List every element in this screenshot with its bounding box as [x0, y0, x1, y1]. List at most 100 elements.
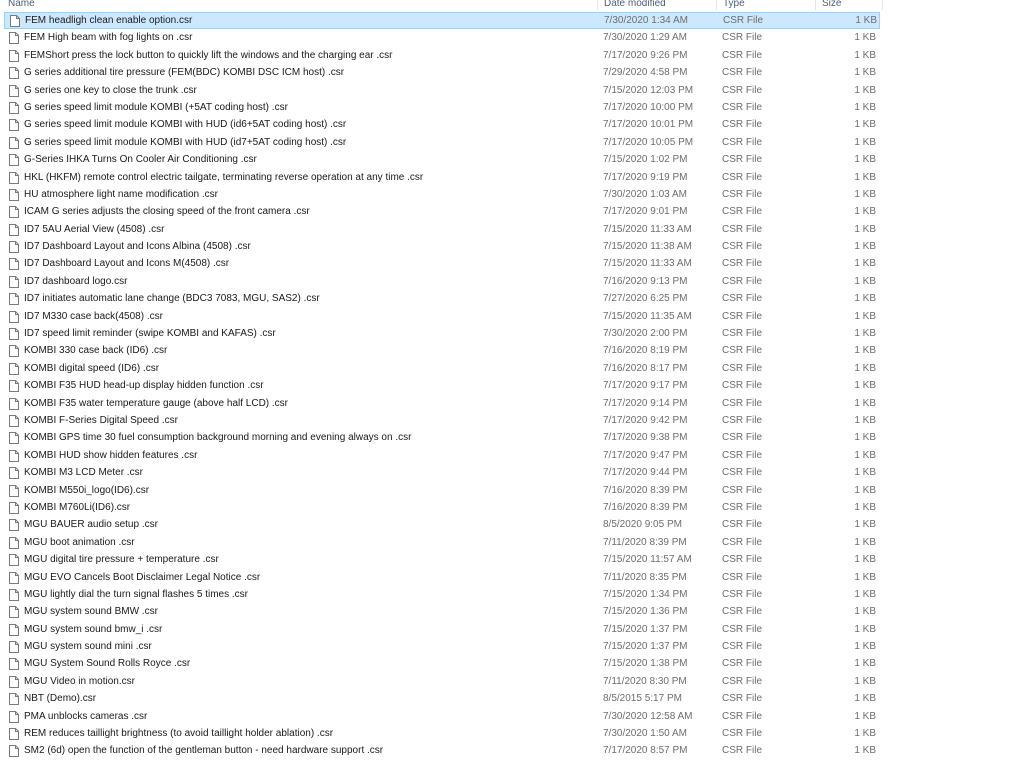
- file-name: FEM headligh clean enable option.csr: [25, 15, 193, 26]
- file-name: PMA unblocks cameras .csr: [24, 710, 148, 722]
- file-row[interactable]: HU atmosphere light name modification .c…: [0, 186, 884, 203]
- file-row[interactable]: KOMBI GPS time 30 fuel consumption backg…: [0, 429, 884, 446]
- file-icon: [9, 255, 21, 272]
- file-row[interactable]: MGU digital tire pressure + temperature …: [0, 551, 884, 568]
- file-size: 1 KB: [854, 710, 876, 722]
- file-row[interactable]: KOMBI HUD show hidden features .csr 7/17/…: [0, 447, 884, 464]
- file-row[interactable]: G series speed limit module KOMBI (+5AT …: [0, 99, 884, 116]
- file-row[interactable]: ID7 M330 case back(4508) .csr 7/15/2020 1…: [0, 308, 884, 325]
- file-size: 1 KB: [854, 223, 876, 235]
- file-name: ID7 initiates automatic lane change (BDC…: [24, 293, 320, 305]
- file-type: CSR File: [722, 658, 763, 670]
- file-icon: [9, 429, 21, 446]
- file-row[interactable]: FEM headligh clean enable option.csr 7/30…: [4, 12, 880, 30]
- file-icon: [10, 12, 22, 29]
- file-date-modified: 7/16/2020 8:19 PM: [603, 345, 688, 357]
- file-date-modified: 7/30/2020 1:50 AM: [603, 728, 687, 740]
- file-icon: [9, 342, 21, 359]
- file-row[interactable]: KOMBI M3 LCD Meter .csr 7/17/2020 9:44 PM…: [0, 464, 884, 481]
- file-row[interactable]: FEMShort press the lock button to quickl…: [0, 47, 884, 64]
- file-name: HKL (HKFM) remote control electric tailg…: [24, 171, 424, 183]
- column-date-modified[interactable]: Date modified: [598, 0, 716, 10]
- file-icon: [9, 725, 21, 742]
- file-row[interactable]: ID7 dashboard logo.csr 7/16/2020 9:13 PM C…: [0, 273, 884, 290]
- file-name: MGU system sound BMW .csr: [24, 606, 158, 618]
- file-row[interactable]: ID7 Dashboard Layout and Icons M(4508) .…: [0, 255, 884, 272]
- file-row[interactable]: KOMBI F35 HUD head-up display hidden fun…: [0, 377, 884, 394]
- file-icon: [9, 169, 21, 186]
- file-row[interactable]: MGU boot animation .csr 7/11/2020 8:39 PM…: [0, 534, 884, 551]
- file-row[interactable]: MGU lightly dial the turn signal flashes…: [0, 586, 884, 603]
- file-date-modified: 7/15/2020 1:36 PM: [603, 606, 688, 618]
- file-row[interactable]: MGU System Sound Rolls Royce .csr 7/15/20…: [0, 655, 884, 672]
- file-row[interactable]: G series additional tire pressure (FEM(B…: [0, 64, 884, 81]
- file-type: CSR File: [722, 554, 763, 566]
- file-size: 1 KB: [854, 119, 876, 131]
- file-size: 1 KB: [854, 536, 876, 548]
- file-size: 1 KB: [854, 641, 876, 653]
- file-size: 1 KB: [854, 693, 876, 705]
- file-row[interactable]: KOMBI M760Li(ID6).csr 7/16/2020 8:39 PM CS…: [0, 499, 884, 516]
- file-date-modified: 7/15/2020 12:03 PM: [603, 84, 694, 96]
- file-row[interactable]: PMA unblocks cameras .csr 7/30/2020 12:58…: [0, 708, 884, 725]
- file-date-modified: 7/30/2020 1:03 AM: [603, 188, 687, 200]
- file-type: CSR File: [722, 623, 763, 635]
- file-type: CSR File: [722, 293, 763, 305]
- file-row[interactable]: NBT (Demo).csr 8/5/2015 5:17 PM CSR File 1 …: [0, 690, 884, 707]
- file-name: ID7 5AU Aerial View (4508) .csr: [24, 223, 165, 235]
- file-name: KOMBI F35 water temperature gauge (above…: [24, 397, 289, 409]
- file-size: 1 KB: [854, 484, 876, 496]
- file-row[interactable]: HKL (HKFM) remote control electric tailg…: [0, 169, 884, 186]
- file-row[interactable]: MGU Video in motion.csr 7/11/2020 8:30 PM…: [0, 673, 884, 690]
- file-row[interactable]: G-Series IHKA Turns On Cooler Air Condit…: [0, 151, 884, 168]
- file-date-modified: 7/17/2020 9:01 PM: [603, 206, 688, 218]
- file-row[interactable]: KOMBI 330 case back (ID6) .csr 7/16/2020 …: [0, 342, 884, 359]
- column-size[interactable]: Size: [816, 0, 882, 10]
- file-row[interactable]: KOMBI F35 water temperature gauge (above…: [0, 395, 884, 412]
- file-row[interactable]: KOMBI digital speed (ID6) .csr 7/16/2020 …: [0, 360, 884, 377]
- column-type[interactable]: Type: [717, 0, 815, 10]
- file-size: 1 KB: [854, 188, 876, 200]
- file-size: 1 KB: [854, 554, 876, 566]
- file-date-modified: 7/15/2020 11:38 AM: [603, 241, 692, 253]
- file-icon: [9, 482, 21, 499]
- file-date-modified: 7/16/2020 8:39 PM: [603, 484, 688, 496]
- file-row[interactable]: MGU BAUER audio setup .csr 8/5/2020 9:05 …: [0, 516, 884, 533]
- file-date-modified: 7/30/2020 1:29 AM: [603, 32, 687, 44]
- file-date-modified: 7/17/2020 9:26 PM: [603, 49, 688, 61]
- file-icon: [9, 447, 21, 464]
- file-row[interactable]: KOMBI M550i_logo(ID6).csr 7/16/2020 8:39 …: [0, 482, 884, 499]
- file-row[interactable]: FEM High beam with fog lights on .csr 7/3…: [0, 29, 884, 46]
- file-type: CSR File: [722, 32, 763, 44]
- file-row[interactable]: ID7 Dashboard Layout and Icons Albina (4…: [0, 238, 884, 255]
- file-row[interactable]: G series one key to close the trunk .csr…: [0, 82, 884, 99]
- file-row[interactable]: MGU system sound BMW .csr 7/15/2020 1:36 …: [0, 603, 884, 620]
- column-name[interactable]: Name: [2, 0, 592, 10]
- file-name: MGU Video in motion.csr: [24, 675, 135, 687]
- file-size: 1 KB: [854, 136, 876, 148]
- file-type: CSR File: [722, 380, 763, 392]
- file-date-modified: 7/17/2020 9:17 PM: [603, 380, 688, 392]
- file-size: 1 KB: [854, 606, 876, 618]
- column-divider[interactable]: [882, 0, 883, 10]
- file-type: CSR File: [722, 641, 763, 653]
- file-row[interactable]: REM reduces taillight brightness (to avo…: [0, 725, 884, 742]
- file-icon: [9, 516, 21, 533]
- file-type: CSR File: [722, 675, 763, 687]
- file-row[interactable]: MGU EVO Cancels Boot Disclaimer Legal No…: [0, 569, 884, 586]
- file-row[interactable]: ID7 speed limit reminder (swipe KOMBI an…: [0, 325, 884, 342]
- file-icon: [9, 273, 21, 290]
- file-row[interactable]: ID7 5AU Aerial View (4508) .csr 7/15/2020…: [0, 221, 884, 238]
- file-row[interactable]: ID7 initiates automatic lane change (BDC…: [0, 290, 884, 307]
- file-row[interactable]: MGU system sound bmw_i .csr 7/15/2020 1:3…: [0, 621, 884, 638]
- file-row[interactable]: G series speed limit module KOMBI with H…: [0, 134, 884, 151]
- file-name: G series one key to close the trunk .csr: [24, 84, 197, 96]
- file-date-modified: 7/17/2020 10:01 PM: [603, 119, 694, 131]
- file-type: CSR File: [722, 101, 763, 113]
- file-row[interactable]: ICAM G series adjusts the closing speed …: [0, 203, 884, 220]
- file-row[interactable]: SM2 (6d) open the function of the gentle…: [0, 742, 884, 759]
- file-row[interactable]: MGU system sound mini .csr 7/15/2020 1:37…: [0, 638, 884, 655]
- file-row[interactable]: G series speed limit module KOMBI with H…: [0, 116, 884, 133]
- file-row[interactable]: KOMBI F-Series Digital Speed .csr 7/17/20…: [0, 412, 884, 429]
- file-date-modified: 7/15/2020 11:33 AM: [603, 223, 692, 235]
